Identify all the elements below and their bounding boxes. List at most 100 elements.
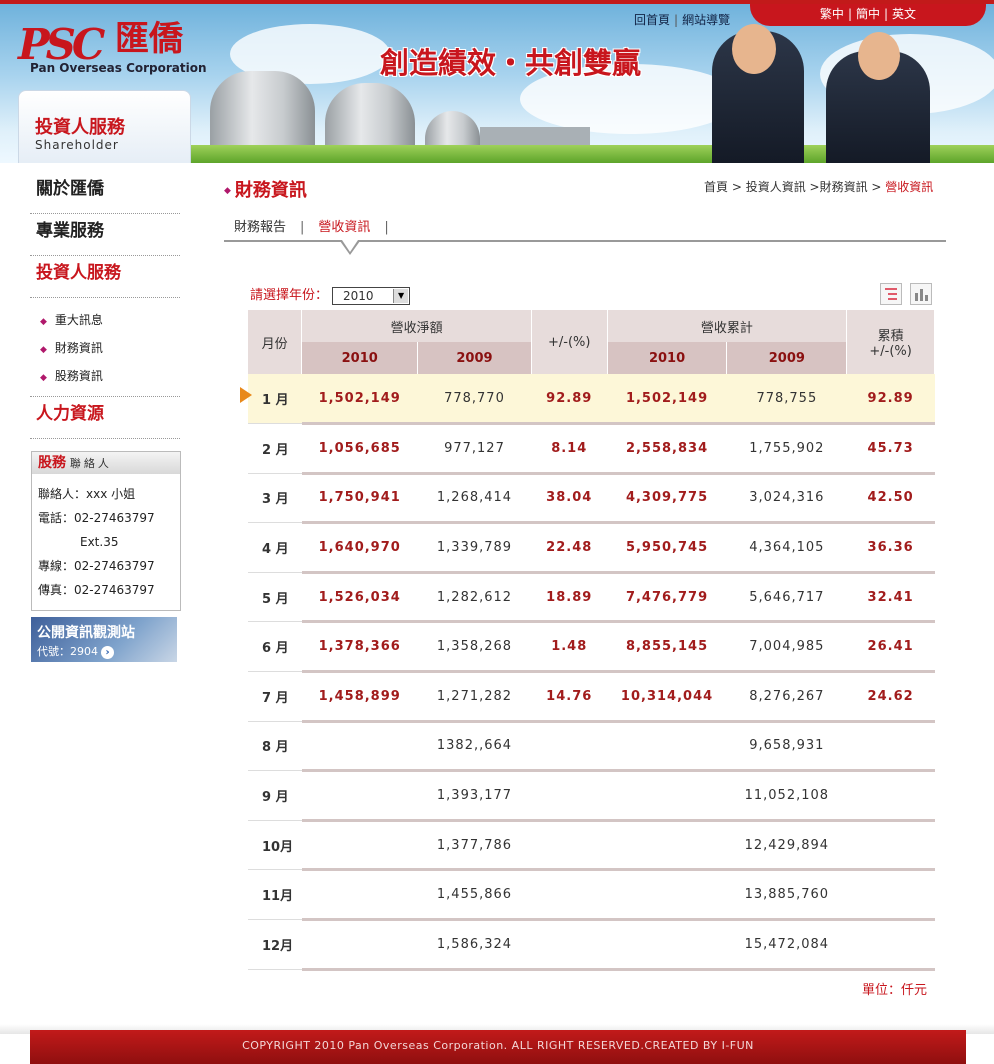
pct-cell-text: 14.76 [546,688,593,704]
lang-simplified[interactable]: 簡中 [856,7,880,21]
contact-phone: 電話：02-27463797 [38,511,155,525]
menu-services[interactable]: 專業服務 [30,214,180,256]
pct-cell [531,869,608,922]
net-2009-cell: 1,455,866 [417,869,532,922]
net-2009-cell-text: 977,127 [444,440,505,456]
cum-pct-cell: 24.62 [846,671,935,723]
cum-2009-cell: 15,472,084 [726,919,847,971]
banner-code: 代號：2904 [37,645,98,658]
investor-submenu: ◆ 重大訊息 ◆ 財務資訊 ◆ 股務資訊 [30,298,180,397]
footer: COPYRIGHT 2010 Pan Overseas Corporation.… [30,1030,966,1064]
cum-2009-cell: 7,004,985 [726,621,847,674]
net-2009-cell-text: 1,393,177 [436,788,513,804]
month-cell: 8 月 [248,721,302,772]
section-label: 投資人服務 Shareholder [18,90,191,163]
month-cell: 9 月 [248,770,302,821]
menu-about[interactable]: 關於匯僑 [30,172,180,214]
net-2009-cell: 1382,,664 [417,721,532,773]
bullet-icon: ◆ [40,317,47,327]
month-cell: 1 月 [240,374,302,425]
cum-2009-cell: 4,364,105 [726,522,847,574]
cum-pct-cell: 26.41 [846,621,935,674]
submenu-financial[interactable]: ◆ 財務資訊 [30,334,180,362]
cum-pct-cell: 45.73 [846,423,935,475]
net-2010-cell: 1,378,366 [301,621,418,674]
breadcrumb-investor[interactable]: 投資人資訊 [746,180,806,194]
net-2010-cell-text: 1,750,941 [318,490,401,506]
net-2009-cell: 1,282,612 [417,572,532,624]
chart-view-icon[interactable] [910,283,932,305]
submenu-major-news[interactable]: ◆ 重大訊息 [30,306,180,334]
pct-cell: 1.48 [531,621,608,674]
logo-chinese[interactable]: 匯僑 [115,22,183,56]
storage-tank [425,111,480,149]
pct-cell [531,721,608,773]
net-2009-cell-text: 1,377,786 [436,837,513,853]
breadcrumb: 首頁 > 投資人資訊 >財務資訊 > 營收資訊 [704,180,934,194]
net-2010-cell: 1,526,034 [301,572,418,624]
cum-2010-cell-text: 5,950,745 [625,540,709,556]
lang-english[interactable]: 英文 [892,7,916,21]
month-cell-text: 7 月 [262,690,289,706]
net-2009-cell-text: 1,358,268 [436,639,513,655]
cum-2010-cell: 10,314,044 [607,671,727,723]
year-selector: 請選擇年份： 2010 ▼ [250,284,411,305]
net-2009-cell-text: 1,339,789 [436,540,513,556]
submenu-label: 股務資訊 [54,369,103,383]
cum-2009-cell: 9,658,931 [726,721,847,773]
list-view-icon[interactable] [880,283,902,305]
submenu-label: 重大訊息 [54,313,103,327]
dropdown-arrow-icon[interactable]: ▼ [393,288,409,303]
net-2010-cell [301,869,418,922]
sitemap-link[interactable]: 網站導覽 [682,13,730,27]
net-2009-cell-text: 778,770 [444,390,505,406]
net-2010-cell: 1,750,941 [301,473,418,525]
cum-2010-cell [607,770,727,822]
cum-2009-cell-text: 12,429,894 [744,837,830,853]
cum-2009-cell-text: 15,472,084 [744,936,830,952]
month-cell: 12月 [248,919,302,970]
pct-cell [531,820,608,872]
month-cell: 4 月 [248,522,302,573]
cum-pct-cell-text: 42.50 [867,490,914,506]
breadcrumb-home[interactable]: 首頁 [704,180,728,194]
breadcrumb-financial[interactable]: 財務資訊 [820,180,868,194]
lang-traditional[interactable]: 繁中 [820,7,844,21]
table-row: 10月 1,377,786 12,429,894 [248,820,935,872]
pct-cell [531,770,608,822]
cum-2010-cell: 1,502,149 [607,374,727,426]
mops-banner[interactable]: 公開資訊觀測站 代號：2904 › [31,617,177,662]
cum-2009-cell-text: 7,004,985 [749,639,825,655]
home-link[interactable]: 回首頁 [634,13,670,27]
col-cum-revenue: 營收累計 [607,310,848,342]
contact-subtitle: 聯絡人 [69,457,112,470]
cum-2009-cell: 11,052,108 [726,770,847,822]
language-tab: 繁中 | 簡中 | 英文 [750,4,986,26]
net-2010-cell-text: 1,526,034 [318,589,401,605]
table-row: 8 月 1382,,664 9,658,931 [248,721,935,773]
year-select[interactable]: 2010 ▼ [332,286,411,305]
banner-code-row: 代號：2904 › [37,643,114,659]
cum-2009-cell: 13,885,760 [726,869,847,922]
tab-revenue[interactable]: 營收資訊 [318,220,370,235]
month-cell: 7 月 [248,671,302,722]
net-2010-cell: 1,458,899 [301,671,418,723]
net-2009-cell: 1,377,786 [417,820,532,872]
slogan: 創造績效・共創雙贏 [380,46,642,80]
logo-mark[interactable]: PSC [18,24,105,66]
menu-investor[interactable]: 投資人服務 [30,256,180,298]
col-month: 月份 [248,310,303,374]
tab-financial-report[interactable]: 財務報告 [234,220,286,235]
table-row: 5 月 1,526,034 1,282,612 18.89 7,476,779 5,646… [248,572,935,624]
pct-cell-text: 18.89 [546,589,593,605]
top-links: 回首頁 | 網站導覽 [634,13,731,27]
tab-divider [224,240,946,242]
section-title-en: Shareholder [35,138,119,152]
net-2010-cell [301,721,418,773]
submenu-stock[interactable]: ◆ 股務資訊 [30,362,180,390]
net-2010-cell-text: 1,458,899 [318,688,401,704]
menu-hr[interactable]: 人力資源 [30,397,180,439]
pct-cell: 92.89 [531,374,608,426]
contact-ext: Ext.35 [80,535,119,549]
cum-2010-cell: 7,476,779 [607,572,727,624]
